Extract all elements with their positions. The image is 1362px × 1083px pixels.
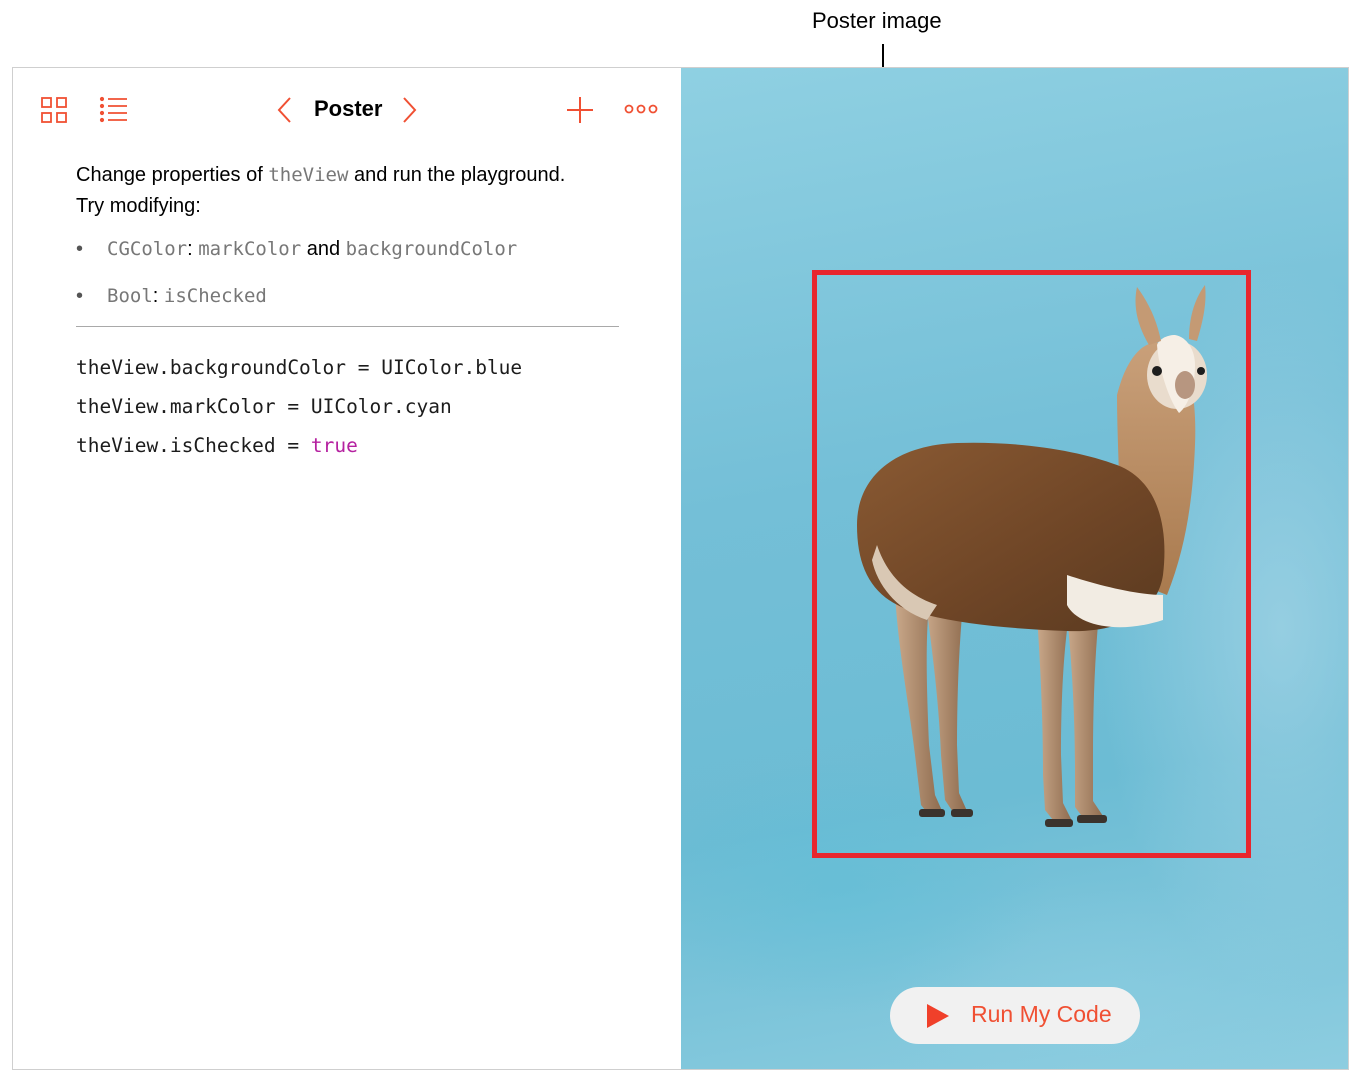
intro-text-before: Change properties of bbox=[76, 164, 263, 186]
bullet-joiner: and bbox=[306, 238, 341, 260]
code-rhs: UIColor.cyan bbox=[310, 395, 452, 418]
code-keyword-true: true bbox=[310, 434, 358, 457]
code-lhs: theView.isChecked bbox=[76, 434, 276, 457]
bullet-type: CGColor bbox=[107, 238, 188, 260]
run-button-label: Run My Code bbox=[971, 1001, 1112, 1027]
list-item: • CGColor: markColor and backgroundColor bbox=[76, 238, 517, 261]
grid-icon[interactable] bbox=[40, 96, 68, 129]
poster-image-callout-label: Poster image bbox=[812, 8, 942, 33]
play-icon bbox=[925, 1002, 951, 1035]
bullet-colon: : bbox=[187, 238, 193, 260]
list-icon[interactable] bbox=[99, 96, 129, 129]
plus-icon[interactable] bbox=[566, 96, 594, 129]
bullet-property: markColor bbox=[198, 238, 302, 260]
bullet-colon: : bbox=[152, 285, 159, 307]
bullet-property: backgroundColor bbox=[345, 238, 518, 260]
code-operator: = bbox=[287, 395, 300, 418]
list-item: • Bool: isChecked bbox=[76, 285, 267, 308]
page-title: Poster bbox=[314, 96, 383, 121]
prose-code-divider bbox=[76, 326, 619, 327]
run-my-code-button[interactable]: Run My Code bbox=[890, 987, 1140, 1044]
intro-code-term: theView bbox=[268, 164, 349, 186]
code-operator: = bbox=[287, 434, 300, 457]
bullet-dot: • bbox=[76, 238, 84, 260]
code-rhs: UIColor.blue bbox=[381, 356, 523, 379]
intro-text-line2: Try modifying: bbox=[76, 195, 201, 217]
poster-image-highlight bbox=[812, 270, 1251, 858]
bullet-property: isChecked bbox=[163, 285, 267, 307]
chevron-right-icon[interactable] bbox=[402, 96, 418, 129]
code-line[interactable]: theView.backgroundColor = UIColor.blue bbox=[76, 356, 522, 379]
bullet-dot: • bbox=[76, 285, 84, 307]
chevron-left-icon[interactable] bbox=[276, 96, 292, 129]
bullet-type: Bool bbox=[107, 285, 153, 307]
intro-text-after: and run the playground. bbox=[354, 164, 566, 186]
code-lhs: theView.backgroundColor bbox=[76, 356, 347, 379]
code-line[interactable]: theView.markColor = UIColor.cyan bbox=[76, 395, 452, 418]
more-icon[interactable] bbox=[624, 102, 658, 121]
code-operator: = bbox=[357, 356, 370, 379]
instructions-text: Change properties of theView and run the… bbox=[76, 160, 636, 222]
code-lhs: theView.markColor bbox=[76, 395, 276, 418]
code-line[interactable]: theView.isChecked = true bbox=[76, 434, 358, 457]
